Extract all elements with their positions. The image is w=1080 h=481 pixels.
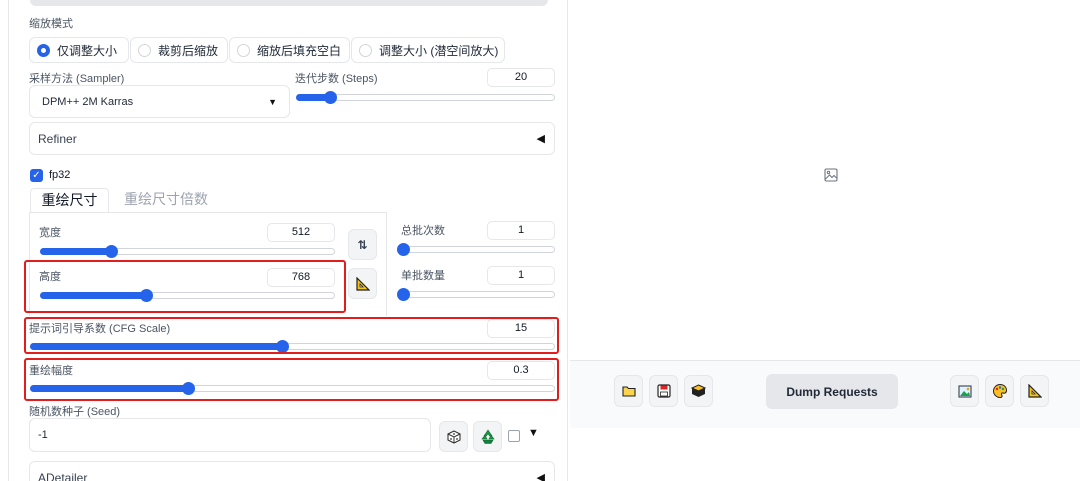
package-icon xyxy=(691,384,706,397)
collapsed-bar xyxy=(30,0,548,6)
picture-icon xyxy=(957,384,972,398)
batch-count-label: 总批次数 xyxy=(401,225,445,237)
highlight-height xyxy=(24,260,346,313)
batch-count-input[interactable]: 1 xyxy=(487,221,555,240)
ruler-triangle-icon xyxy=(1027,384,1042,398)
dump-requests-button[interactable]: Dump Requests xyxy=(766,374,898,409)
aspect-ratio-button[interactable] xyxy=(348,268,377,299)
expand-triangle-icon[interactable]: ▼ xyxy=(528,427,539,439)
random-seed-button[interactable] xyxy=(439,421,468,452)
send-to-extras-button[interactable] xyxy=(1020,375,1049,407)
collapse-arrow-icon: ◀ xyxy=(536,133,545,145)
radio-dot xyxy=(237,43,250,57)
radio-label: 仅调整大小 xyxy=(57,43,118,58)
batch-count-slider[interactable] xyxy=(397,243,555,256)
save-icon xyxy=(656,384,671,398)
ruler-triangle-icon xyxy=(355,276,370,291)
steps-slider[interactable] xyxy=(296,91,555,104)
output-image-area xyxy=(570,0,1080,360)
reuse-seed-button[interactable] xyxy=(473,421,502,452)
fp32-checkbox[interactable]: ✓ xyxy=(30,169,43,182)
refiner-accordion[interactable]: Refiner ◀ xyxy=(29,122,555,155)
radio-dot xyxy=(359,43,372,57)
highlight-cfg-scale xyxy=(24,317,559,354)
radio-dot xyxy=(37,43,50,57)
tab-resize-by[interactable]: 重绘尺寸倍数 xyxy=(124,188,208,212)
image-placeholder-icon xyxy=(824,168,838,182)
radio-resize-only[interactable]: 仅调整大小 xyxy=(29,37,129,63)
open-folder-button[interactable] xyxy=(614,375,643,407)
width-input[interactable]: 512 xyxy=(267,223,335,242)
adetailer-accordion[interactable]: ADetailer ◀ xyxy=(29,461,555,481)
highlight-denoising xyxy=(24,358,559,401)
folder-icon xyxy=(621,386,636,397)
save-button[interactable] xyxy=(649,375,678,407)
radio-dot xyxy=(138,43,151,57)
dice-icon xyxy=(446,429,461,444)
radio-label: 裁剪后缩放 xyxy=(158,43,219,58)
recycle-icon xyxy=(480,428,495,444)
palette-icon xyxy=(992,383,1007,399)
radio-resize-fill[interactable]: 缩放后填充空白 xyxy=(229,37,350,63)
send-to-img2img-button[interactable] xyxy=(950,375,979,407)
sampler-dropdown[interactable]: DPM++ 2M Karras ▼ xyxy=(29,85,290,118)
send-to-inpaint-button[interactable] xyxy=(985,375,1014,407)
seed-value: -1 xyxy=(38,429,48,441)
batch-size-label: 单批数量 xyxy=(401,270,445,282)
resize-mode-label: 缩放模式 xyxy=(29,18,73,30)
steps-label: 迭代步数 (Steps) xyxy=(295,73,378,85)
swap-icon: ⇅ xyxy=(357,237,368,252)
extra-seed-checkbox[interactable] xyxy=(508,430,520,442)
swap-dimensions-button[interactable]: ⇅ xyxy=(348,229,377,260)
slider-thumb[interactable] xyxy=(397,243,410,256)
batch-size-input[interactable]: 1 xyxy=(487,266,555,285)
sampler-label: 采样方法 (Sampler) xyxy=(29,73,125,85)
radio-label: 缩放后填充空白 xyxy=(257,43,342,58)
seed-label: 随机数种子 (Seed) xyxy=(29,406,121,418)
output-toolbar: Dump Requests xyxy=(570,360,1080,428)
chevron-down-icon: ▼ xyxy=(268,96,277,107)
width-label: 宽度 xyxy=(39,227,61,239)
batch-size-slider[interactable] xyxy=(397,288,555,301)
zip-button[interactable] xyxy=(684,375,713,407)
width-slider[interactable] xyxy=(40,245,335,258)
collapse-arrow-icon: ◀ xyxy=(536,472,545,481)
refiner-label: Refiner xyxy=(38,131,77,146)
seed-input[interactable]: -1 xyxy=(29,418,431,452)
tab-resize-to[interactable]: 重绘尺寸 xyxy=(30,188,109,212)
radio-label: 调整大小 (潜空间放大) xyxy=(379,43,499,58)
radio-latent-upscale[interactable]: 调整大小 (潜空间放大) xyxy=(351,37,505,63)
adetailer-label: ADetailer xyxy=(38,470,88,481)
slider-fill xyxy=(40,248,111,255)
radio-crop-resize[interactable]: 裁剪后缩放 xyxy=(130,37,228,63)
steps-input[interactable]: 20 xyxy=(487,68,555,87)
slider-thumb[interactable] xyxy=(397,288,410,301)
fp32-label: fp32 xyxy=(49,169,71,181)
sampler-value: DPM++ 2M Karras xyxy=(42,95,134,108)
